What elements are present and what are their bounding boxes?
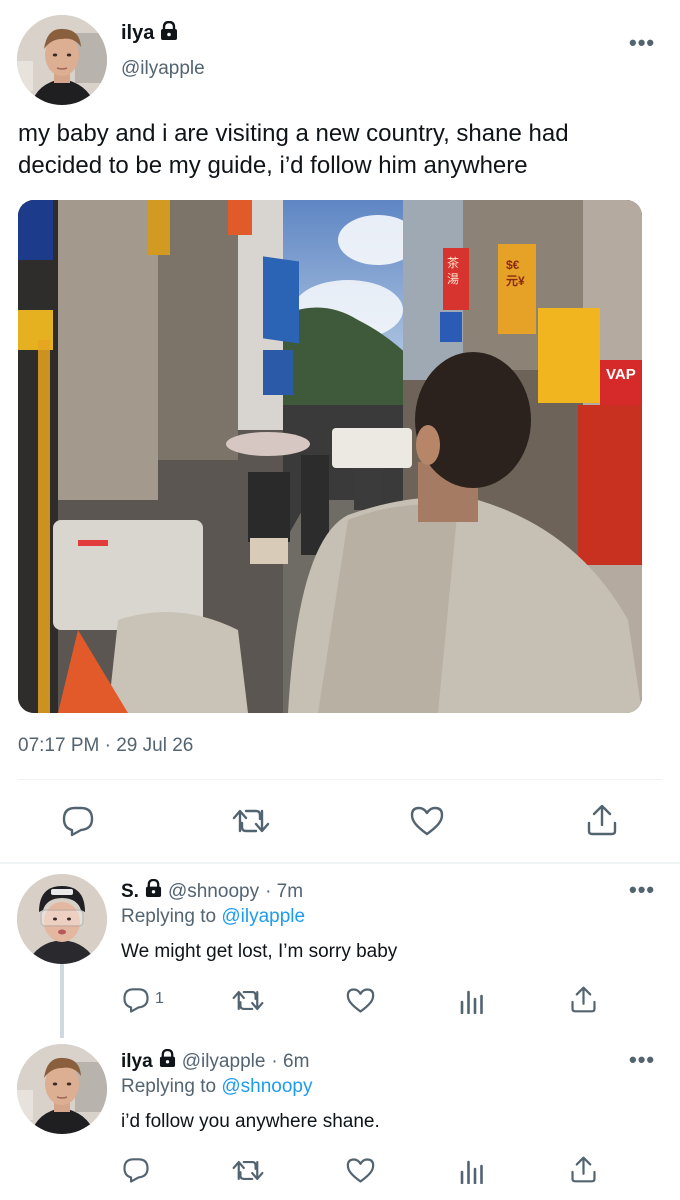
tweet-text: my baby and i are visiting a new country… (18, 120, 569, 179)
analytics-icon[interactable] (459, 1157, 485, 1184)
reply-author-handle[interactable]: @ilyapple (182, 1051, 266, 1073)
more-icon[interactable]: ••• (629, 30, 655, 56)
reply-text: i’d follow you anywhere shane. (121, 1111, 380, 1132)
lock-icon (159, 1048, 176, 1074)
reply-icon[interactable] (122, 1156, 150, 1184)
divider (18, 779, 662, 780)
share-icon[interactable] (586, 803, 618, 837)
reply-thread-line (60, 964, 64, 1038)
reply-time[interactable]: · 6m (271, 1051, 309, 1073)
replying-to-link[interactable]: @shnoopy (221, 1076, 312, 1097)
tweet-photo[interactable]: $€ 元¥ 茶 湯 VAP (18, 200, 642, 713)
analytics-icon[interactable] (459, 987, 485, 1014)
heart-icon[interactable] (410, 805, 444, 837)
replying-to-label: Replying to (121, 906, 222, 927)
photo-sign-shop: VAP (606, 366, 636, 383)
reply-author-name[interactable]: S. (121, 881, 139, 903)
photo-sign-price: $€ (506, 258, 520, 272)
retweet-icon[interactable] (232, 805, 270, 837)
author-handle[interactable]: @ilyapple (121, 58, 205, 80)
author-name[interactable]: ilya (121, 22, 154, 45)
replying-to-label: Replying to (121, 1076, 222, 1097)
retweet-icon[interactable] (232, 987, 264, 1014)
photo-sign-vertical: 茶 湯 (447, 256, 460, 286)
retweet-icon[interactable] (232, 1157, 264, 1184)
lock-icon (160, 20, 178, 46)
reply-author-handle[interactable]: @shnoopy (168, 881, 259, 903)
more-icon[interactable]: ••• (629, 877, 655, 903)
tweet-timestamp[interactable]: 07:17 PM · 29 Jul 26 (18, 735, 193, 757)
replying-to-link[interactable]: @ilyapple (221, 906, 305, 927)
reply-text: We might get lost, I’m sorry baby (121, 941, 398, 962)
share-icon[interactable] (570, 1155, 597, 1184)
share-icon[interactable] (570, 985, 597, 1014)
photo-sign-price-2: 元¥ (506, 274, 525, 288)
heart-icon[interactable] (346, 987, 375, 1014)
avatar[interactable] (17, 15, 107, 105)
divider (0, 862, 680, 864)
more-icon[interactable]: ••• (629, 1047, 655, 1073)
reply-icon[interactable] (122, 986, 150, 1014)
heart-icon[interactable] (346, 1157, 375, 1184)
lock-icon (145, 878, 162, 904)
reply-time[interactable]: · 7m (265, 881, 303, 903)
avatar[interactable] (17, 1044, 107, 1134)
reply-author-name[interactable]: ilya (121, 1051, 153, 1073)
reply-count: 1 (155, 990, 164, 1007)
reply-icon[interactable] (61, 804, 95, 838)
avatar[interactable] (17, 874, 107, 964)
